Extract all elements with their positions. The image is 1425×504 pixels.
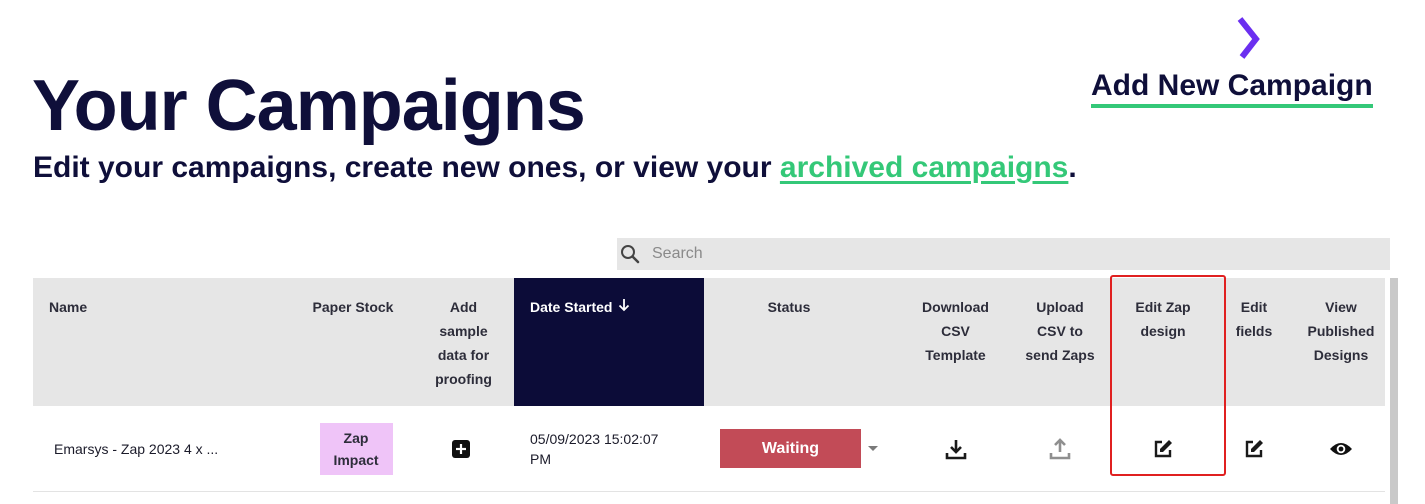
table-row[interactable]: Emarsys - Zap 2023 4 x ... Zap Impact 05… [33,406,1385,492]
column-header-add-sample-data[interactable]: Add sample data for proofing [413,278,514,406]
logo-icon [1237,17,1260,59]
paper-stock-badge: Zap Impact [319,422,393,475]
column-header-download-csv[interactable]: Download CSV Template [904,278,1007,406]
status-cell: Waiting [704,406,894,491]
column-header-view-published[interactable]: View Published Designs [1295,278,1387,406]
download-icon[interactable] [945,438,967,460]
search-icon [621,245,640,264]
table-scrollbar[interactable] [1390,278,1398,504]
column-header-date-started[interactable]: Date Started [514,278,704,406]
date-started-cell: 05/09/2023 15:02:07 PM [530,430,659,467]
column-header-edit-fields[interactable]: Edit fields [1213,278,1295,406]
view-published-cell [1295,406,1387,491]
column-header-name[interactable]: Name [33,278,293,406]
column-header-upload-csv[interactable]: Upload CSV to send Zaps [1007,278,1113,406]
upload-icon[interactable] [1049,437,1071,460]
campaign-name[interactable]: Emarsys - Zap 2023 4 x ... [54,406,293,491]
table-header-row: Name Paper Stock Add sample data for pro… [33,278,1385,406]
subtitle-period: . [1068,151,1077,184]
edit-icon[interactable] [1243,438,1265,460]
plus-square-icon[interactable] [451,439,470,458]
column-header-paper-stock[interactable]: Paper Stock [293,278,413,406]
page-subtitle: Edit your campaigns, create new ones, or… [33,150,1077,186]
edit-zap-design-cell [1113,406,1213,491]
column-header-edit-zap-design[interactable]: Edit Zap design [1113,278,1213,406]
search-input[interactable] [650,244,1354,264]
edit-icon[interactable] [1152,438,1174,460]
page-title: Your Campaigns [32,66,586,146]
eye-icon[interactable] [1329,440,1353,458]
edit-fields-cell [1213,406,1295,491]
upload-csv-cell [1007,406,1113,491]
add-new-campaign-link[interactable]: Add New Campaign [1091,68,1373,108]
download-csv-cell [904,406,1007,491]
add-sample-cell [413,406,508,491]
paper-stock-cell: Zap Impact [293,406,419,491]
column-header-status[interactable]: Status [704,278,874,406]
chevron-down-icon[interactable] [868,446,878,451]
subtitle-text: Edit your campaigns, create new ones, or… [33,151,780,184]
status-dropdown[interactable]: Waiting [720,429,861,468]
arrow-down-icon [619,299,630,312]
search-bar[interactable] [617,238,1390,270]
archived-campaigns-link[interactable]: archived campaigns [780,151,1068,184]
